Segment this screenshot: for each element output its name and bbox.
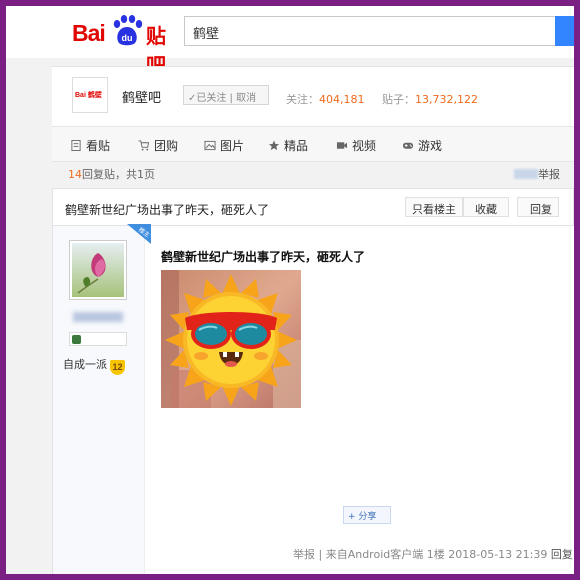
top-header: Bai du 贴吧 鹤壁 bbox=[6, 6, 574, 77]
tab-jingpin[interactable]: 精品 bbox=[268, 137, 308, 154]
report-label-top: 举报 bbox=[538, 168, 560, 181]
baidu-paw-icon: du bbox=[113, 15, 143, 46]
follow-button[interactable]: ✓已关注 | 取消 bbox=[183, 85, 269, 105]
thread-title-bar: 鹤壁新世纪广场出事了昨天，砸死人了 只看楼主 收藏 回复 bbox=[52, 188, 574, 226]
author-level[interactable]: 自成一派 12 bbox=[63, 356, 125, 375]
tab-shipin-label: 视频 bbox=[352, 139, 377, 153]
author-badges bbox=[69, 332, 127, 346]
reply-link[interactable]: 回复 bbox=[551, 548, 573, 561]
followers-count: 404,181 bbox=[319, 93, 365, 106]
forum-nav: 看贴 团购 图片 精品 视频 游戏 bbox=[52, 126, 574, 162]
browser-frame: Bai du 贴吧 鹤壁 Bai 鹤壁 鹤壁吧 ✓已关注 | 取消 关注：404… bbox=[6, 6, 574, 574]
level-badge: 12 bbox=[110, 360, 125, 375]
forum-avatar[interactable]: Bai 鹤壁 bbox=[72, 77, 108, 113]
tab-youxi-label: 游戏 bbox=[418, 139, 443, 153]
followers-label: 关注： bbox=[286, 93, 319, 106]
posts-count: 13,732,122 bbox=[414, 93, 478, 106]
cart-icon bbox=[138, 140, 150, 151]
tab-tupian[interactable]: 图片 bbox=[204, 137, 244, 154]
forum-stats: 关注：404,181 贴子：13,732,122 bbox=[286, 91, 478, 107]
baidu-tieba-logo[interactable]: Bai du 贴吧 bbox=[72, 14, 182, 77]
gamepad-icon bbox=[402, 142, 414, 149]
author-name[interactable] bbox=[73, 312, 123, 324]
collect-button[interactable]: 收藏 bbox=[463, 197, 509, 217]
post-floor-1: 楼主 自成一派 12 鹤壁新世纪广场出事了昨天，砸死人了 + 分享 举报 | 来… bbox=[52, 224, 574, 574]
tab-jingpin-label: 精品 bbox=[284, 139, 309, 153]
forum-header: Bai 鹤壁 鹤壁吧 ✓已关注 | 取消 关注：404,181 贴子：13,73… bbox=[52, 66, 574, 126]
tab-tuangou[interactable]: 团购 bbox=[138, 137, 178, 154]
tab-tupian-label: 图片 bbox=[220, 139, 245, 153]
document-icon bbox=[71, 140, 81, 151]
report-link[interactable]: 举报 bbox=[293, 548, 315, 561]
post-image-sun[interactable] bbox=[161, 270, 301, 408]
badge-icon bbox=[72, 335, 81, 344]
reply-count-suffix: 回复贴，共1页 bbox=[82, 168, 155, 181]
video-icon bbox=[336, 142, 348, 149]
tab-shipin[interactable]: 视频 bbox=[336, 137, 376, 154]
author-avatar[interactable] bbox=[69, 240, 127, 300]
logo-du-text: du bbox=[122, 33, 133, 43]
share-button[interactable]: + 分享 bbox=[343, 506, 391, 524]
forum-avatar-text: Bai 鹤壁 bbox=[75, 92, 102, 99]
tab-tuangou-label: 团购 bbox=[154, 139, 179, 153]
blurred-region bbox=[514, 169, 538, 179]
search-input[interactable]: 鹤壁 bbox=[184, 16, 556, 46]
reply-count: 14回复贴，共1页 bbox=[68, 166, 155, 182]
sun-sunglasses-image bbox=[161, 270, 301, 408]
star-icon bbox=[268, 140, 280, 151]
image-icon bbox=[204, 140, 216, 151]
post-footer: 举报 | 来自Android客户端 1楼 2018-05-13 21:39 回复 bbox=[293, 546, 573, 562]
reply-button[interactable]: 回复 bbox=[517, 197, 559, 217]
tab-kantie[interactable]: 看贴 bbox=[70, 137, 110, 154]
tab-youxi[interactable]: 游戏 bbox=[402, 137, 442, 154]
tab-kantie-label: 看贴 bbox=[86, 139, 111, 153]
post-datetime: 2018-05-13 21:39 bbox=[448, 548, 548, 561]
only-op-button[interactable]: 只看楼主 bbox=[405, 197, 463, 217]
posts-label: 贴子： bbox=[381, 93, 415, 106]
level-name: 自成一派 bbox=[63, 358, 107, 371]
thread-title: 鹤壁新世纪广场出事了昨天，砸死人了 bbox=[65, 203, 270, 217]
author-column: 楼主 自成一派 12 bbox=[53, 224, 151, 574]
flower-avatar-image bbox=[72, 243, 124, 297]
blurred-username bbox=[73, 312, 123, 322]
op-corner-badge: 楼主 bbox=[127, 224, 151, 244]
forum-name[interactable]: 鹤壁吧 bbox=[122, 87, 161, 106]
post-title: 鹤壁新世纪广场出事了昨天，砸死人了 bbox=[161, 250, 366, 264]
search-button[interactable] bbox=[555, 16, 574, 46]
floor-number: 1楼 bbox=[426, 548, 445, 561]
reply-button-label: 回复 bbox=[530, 203, 552, 216]
logo-bai-text: Bai bbox=[72, 20, 106, 46]
reply-count-number: 14 bbox=[68, 168, 82, 181]
source-text: | 来自Android客户端 bbox=[318, 548, 424, 561]
report-link-top[interactable]: 举报 bbox=[514, 166, 560, 182]
